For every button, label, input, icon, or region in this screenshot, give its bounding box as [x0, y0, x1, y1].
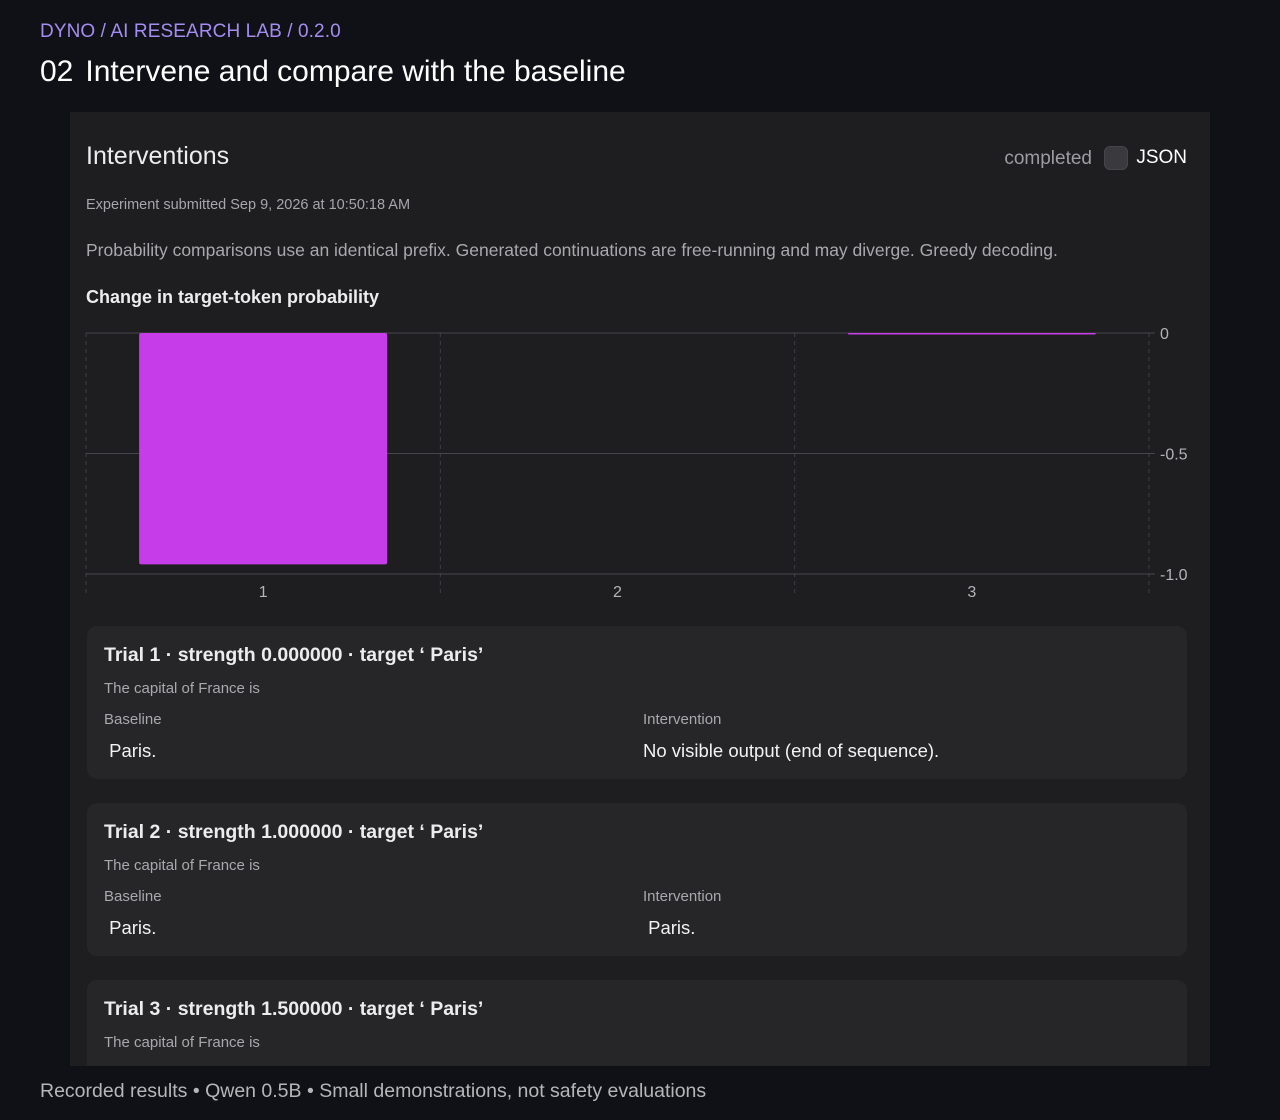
- intervention-label: Intervention: [643, 888, 722, 905]
- x-tick-label: 1: [259, 584, 268, 601]
- json-toggle-checkbox[interactable]: [1104, 146, 1128, 170]
- x-tick-label: 2: [613, 584, 622, 601]
- section-number: 02: [40, 55, 74, 88]
- panel-description: Probability comparisons use an identical…: [86, 240, 1058, 260]
- baseline-label: Baseline: [104, 888, 162, 905]
- trial-prompt: The capital of France is: [104, 680, 260, 697]
- trial-prompt: The capital of France is: [104, 1034, 260, 1051]
- json-toggle-label[interactable]: JSON: [1136, 147, 1187, 169]
- trial-title: Trial 3 · strength 1.500000 · target ‘ P…: [104, 998, 484, 1020]
- trial-card: Trial 1 · strength 0.000000 · target ‘ P…: [87, 626, 1187, 779]
- interventions-panel: Interventions completed JSON Experiment …: [70, 112, 1210, 1066]
- footer-note: Recorded results • Qwen 0.5B • Small dem…: [40, 1080, 707, 1102]
- chart-title: Change in target-token probability: [86, 287, 380, 307]
- trial-card: Trial 2 · strength 1.000000 · target ‘ P…: [87, 803, 1187, 956]
- submitted-timestamp: Experiment submitted Sep 9, 2026 at 10:5…: [86, 197, 411, 213]
- page-title-text: Intervene and compare with the baseline: [85, 55, 626, 88]
- baseline-output: Paris.: [104, 917, 157, 938]
- trial-card: Trial 3 · strength 1.500000 · target ‘ P…: [87, 980, 1187, 1066]
- panel-title: Interventions: [86, 142, 230, 170]
- intervention-output: No visible output (end of sequence).: [643, 740, 940, 761]
- y-tick-label: -0.5: [1160, 447, 1188, 464]
- baseline-label: Baseline: [104, 711, 162, 728]
- chart-bar: [847, 333, 1096, 335]
- page-title: 02 Intervene and compare with the baselin…: [40, 55, 626, 89]
- intervention-label: Intervention: [643, 711, 722, 728]
- y-tick-label: -1.0: [1160, 567, 1188, 584]
- trial-title: Trial 2 · strength 1.000000 · target ‘ P…: [104, 821, 484, 843]
- trial-prompt: The capital of France is: [104, 857, 260, 874]
- status-badge: completed: [1004, 148, 1092, 169]
- chart-bar: [139, 333, 388, 565]
- trial-title: Trial 1 · strength 0.000000 · target ‘ P…: [104, 644, 484, 666]
- breadcrumb: DYNO / AI RESEARCH LAB / 0.2.0: [40, 21, 341, 42]
- y-tick-label: 0: [1160, 326, 1169, 343]
- probability-change-chart: 0 -0.5 -1.0 1 2 3: [85, 326, 1188, 601]
- baseline-output: Paris.: [104, 740, 157, 761]
- intervention-output: Paris.: [643, 917, 696, 938]
- x-tick-label: 3: [967, 584, 976, 601]
